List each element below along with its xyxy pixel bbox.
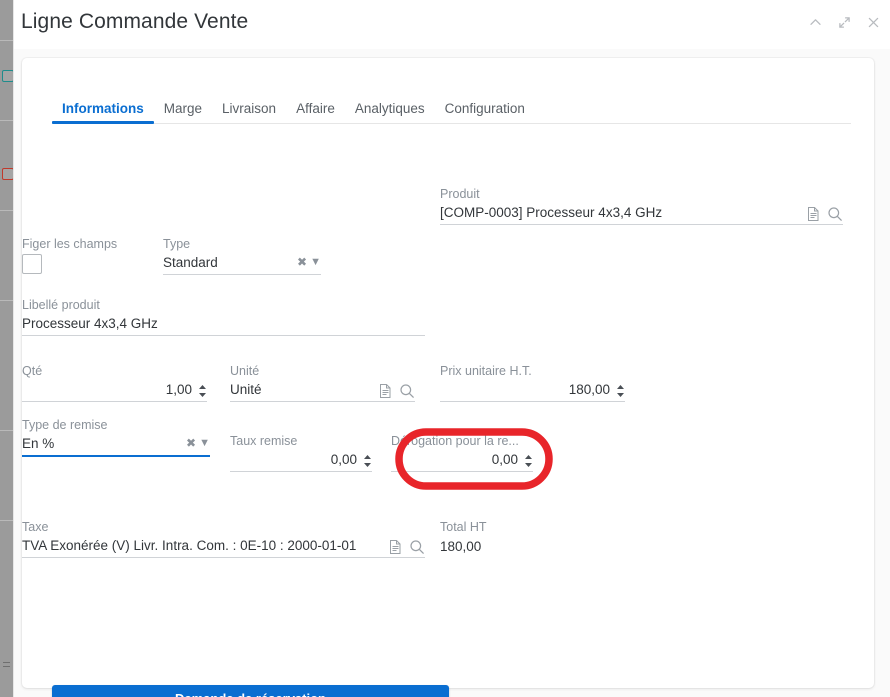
document-icon[interactable] — [388, 539, 403, 555]
field-figer-les-champs: Figer les champs — [22, 237, 152, 274]
field-taxe-value: TVA Exonérée (V) Livr. Intra. Com. : 0E-… — [22, 538, 357, 553]
field-type-value: Standard — [163, 255, 218, 270]
field-type-de-remise-label: Type de remise — [22, 418, 108, 432]
field-type-label: Type — [163, 237, 191, 251]
field-produit: Produit [COMP-0003] Processeur 4x3,4 GHz — [440, 187, 843, 225]
field-total-ht-label: Total HT — [440, 520, 487, 534]
tab-informations-label: Informations — [62, 101, 144, 116]
document-icon[interactable] — [378, 383, 393, 399]
prix-unitaire-stepper[interactable] — [610, 384, 625, 401]
document-icon[interactable] — [806, 206, 821, 222]
field-derogation-label: Dérogation pour la re... — [391, 434, 519, 448]
field-unite-value: Unité — [230, 382, 262, 397]
field-type-select[interactable]: Standard ✖ ▼ — [163, 252, 321, 275]
tab-affaire[interactable]: Affaire — [286, 101, 345, 124]
field-taxe: Taxe TVA Exonérée (V) Livr. Intra. Com. … — [22, 520, 425, 558]
field-taux-remise: Taux remise 0,00 — [230, 434, 372, 472]
derogation-stepper[interactable] — [518, 454, 533, 471]
field-total-ht: Total HT 180,00 — [440, 520, 600, 556]
dialog-window: Ligne Commande Vente Informations Marge … — [14, 0, 890, 697]
field-libelle-produit: Libellé produit Processeur 4x3,4 GHz — [22, 298, 425, 336]
search-icon[interactable] — [399, 383, 415, 399]
search-icon[interactable] — [409, 539, 425, 555]
field-prix-unitaire-input[interactable]: 180,00 — [440, 379, 625, 402]
page-title: Ligne Commande Vente — [21, 10, 249, 33]
chevron-down-icon[interactable]: ▼ — [310, 253, 321, 274]
field-total-ht-value: 180,00 — [440, 539, 482, 554]
tab-affaire-label: Affaire — [296, 101, 335, 116]
form-card: Informations Marge Livraison Affaire Ana — [22, 58, 874, 697]
field-taux-remise-input[interactable]: 0,00 — [230, 449, 372, 472]
tab-marge[interactable]: Marge — [154, 101, 212, 124]
field-qte-label: Qté — [22, 364, 43, 378]
tab-analytiques-label: Analytiques — [354, 101, 425, 116]
field-produit-input[interactable]: [COMP-0003] Processeur 4x3,4 GHz — [440, 202, 843, 225]
field-type-de-remise-select[interactable]: En % ✖ ▼ — [22, 433, 210, 457]
field-derogation-input[interactable]: 0,00 — [391, 449, 533, 472]
field-produit-value: [COMP-0003] Processeur 4x3,4 GHz — [440, 205, 663, 220]
field-type-de-remise: Type de remise En % ✖ ▼ — [22, 418, 210, 457]
expand-arrows-icon[interactable] — [836, 14, 853, 31]
field-unite-input[interactable]: Unité — [230, 379, 415, 402]
window-controls — [807, 14, 882, 31]
field-unite: Unité Unité — [230, 364, 415, 402]
tab-configuration[interactable]: Configuration — [435, 101, 535, 124]
screen: Ligne Commande Vente Informations Marge … — [0, 0, 890, 697]
field-prix-unitaire-label: Prix unitaire H.T. — [440, 364, 532, 378]
dialog-header: Ligne Commande Vente — [14, 0, 890, 50]
demande-reservation-label: Demande de réservation — [175, 691, 326, 697]
field-prix-unitaire: Prix unitaire H.T. 180,00 — [440, 364, 625, 402]
field-taxe-input[interactable]: TVA Exonérée (V) Livr. Intra. Com. : 0E-… — [22, 535, 425, 558]
field-derogation-value: 0,00 — [491, 452, 518, 467]
field-taux-remise-label: Taux remise — [230, 434, 298, 448]
field-unite-label: Unité — [230, 364, 260, 378]
taux-remise-stepper[interactable] — [357, 454, 372, 471]
field-qte-value: 1,00 — [165, 382, 192, 397]
chevron-up-icon[interactable] — [807, 14, 824, 31]
close-icon[interactable] — [865, 14, 882, 31]
tab-livraison[interactable]: Livraison — [212, 101, 286, 124]
dialog-body: Informations Marge Livraison Affaire Ana — [14, 49, 890, 697]
field-derogation: Dérogation pour la re... 0,00 — [391, 434, 533, 472]
clear-icon[interactable]: ✖ — [186, 434, 199, 455]
figer-les-champs-checkbox[interactable] — [22, 254, 42, 274]
tab-marge-label: Marge — [163, 101, 203, 116]
field-libelle-produit-value: Processeur 4x3,4 GHz — [22, 316, 158, 331]
search-icon[interactable] — [827, 206, 843, 222]
field-qte: Qté 1,00 — [22, 364, 207, 402]
tab-bar: Informations Marge Livraison Affaire Ana — [22, 92, 874, 124]
demande-reservation-button[interactable]: Demande de réservation — [52, 685, 449, 697]
field-type-de-remise-value: En % — [22, 434, 54, 455]
field-taux-remise-value: 0,00 — [330, 452, 357, 467]
field-libelle-produit-input[interactable]: Processeur 4x3,4 GHz — [22, 313, 425, 336]
page-backdrop — [0, 0, 14, 697]
field-taxe-label: Taxe — [22, 520, 49, 534]
tab-livraison-label: Livraison — [222, 101, 277, 116]
clear-icon[interactable]: ✖ — [297, 253, 310, 274]
tab-configuration-label: Configuration — [444, 101, 525, 116]
form-informations: Produit [COMP-0003] Processeur 4x3,4 GHz — [22, 124, 874, 697]
field-type: Type Standard ✖ ▼ — [163, 237, 321, 275]
qte-stepper[interactable] — [192, 384, 207, 401]
chevron-down-icon[interactable]: ▼ — [199, 434, 210, 455]
field-figer-les-champs-label: Figer les champs — [22, 237, 118, 251]
tab-analytiques[interactable]: Analytiques — [345, 101, 435, 124]
field-libelle-produit-label: Libellé produit — [22, 298, 100, 312]
field-produit-label: Produit — [440, 187, 480, 201]
tab-informations[interactable]: Informations — [52, 101, 154, 124]
field-prix-unitaire-value: 180,00 — [568, 382, 610, 397]
field-qte-input[interactable]: 1,00 — [22, 379, 207, 402]
